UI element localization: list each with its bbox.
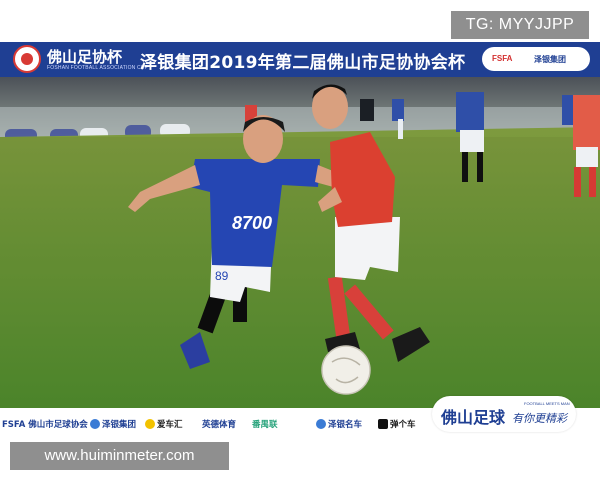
match-photo: 8700 89 [0,77,600,408]
sponsor-logo-icon [378,419,388,429]
soccer-ball-icon [321,345,371,395]
bottom-watermark: www.huiminmeter.com [10,442,229,470]
slogan-main: 佛山足球 [441,408,506,427]
footer-sponsor-6: 泽银名车 [316,418,362,430]
slogan-small: FOOTBALL MEETS MAN [524,401,570,406]
sponsor-logo-icon [316,419,326,429]
slogan-badge: 佛山足球 FOOTBALL MEETS MAN 有你更精彩 [432,396,576,432]
association-logo-icon [13,45,41,73]
blue-shirt-sponsor: 8700 [232,213,272,233]
sponsor-logo-icon [90,419,100,429]
event-title: 泽银集团2019年第二届佛山市足协协会杯 [140,53,466,73]
association-name: 佛山足协杯 [47,48,123,66]
association-name-en: FOSHAN FOOTBALL ASSOCIATION CUP [47,65,149,71]
blue-shorts-number: 89 [215,269,229,283]
top-watermark: TG: MYYJJPP [451,11,589,39]
footer-sponsor-5: 番禺联 [252,420,278,430]
banner-sponsor-pill: FSFA 泽银集团 [482,47,590,71]
slogan-tagline: 有你更精彩 [512,412,567,425]
footer-sponsor-4: 英德体育 [202,420,237,430]
title-banner: 佛山足协杯 FOSHAN FOOTBALL ASSOCIATION CUP 泽银… [0,42,600,77]
footer-sponsor-2: 泽银集团 [90,418,136,430]
footer-sponsor-1: FSFA 佛山市足球协会 [2,420,88,430]
sponsor-zeyin-logo: 泽银集团 [534,55,566,64]
footer-sponsor-3: 爱车汇 [145,418,183,430]
match-photo-image: 8700 89 [0,77,600,408]
footer-sponsor-7: 弹个车 [378,418,416,430]
sponsor-fsfa-logo: FSFA [492,54,513,63]
sponsor-logo-icon [145,419,155,429]
